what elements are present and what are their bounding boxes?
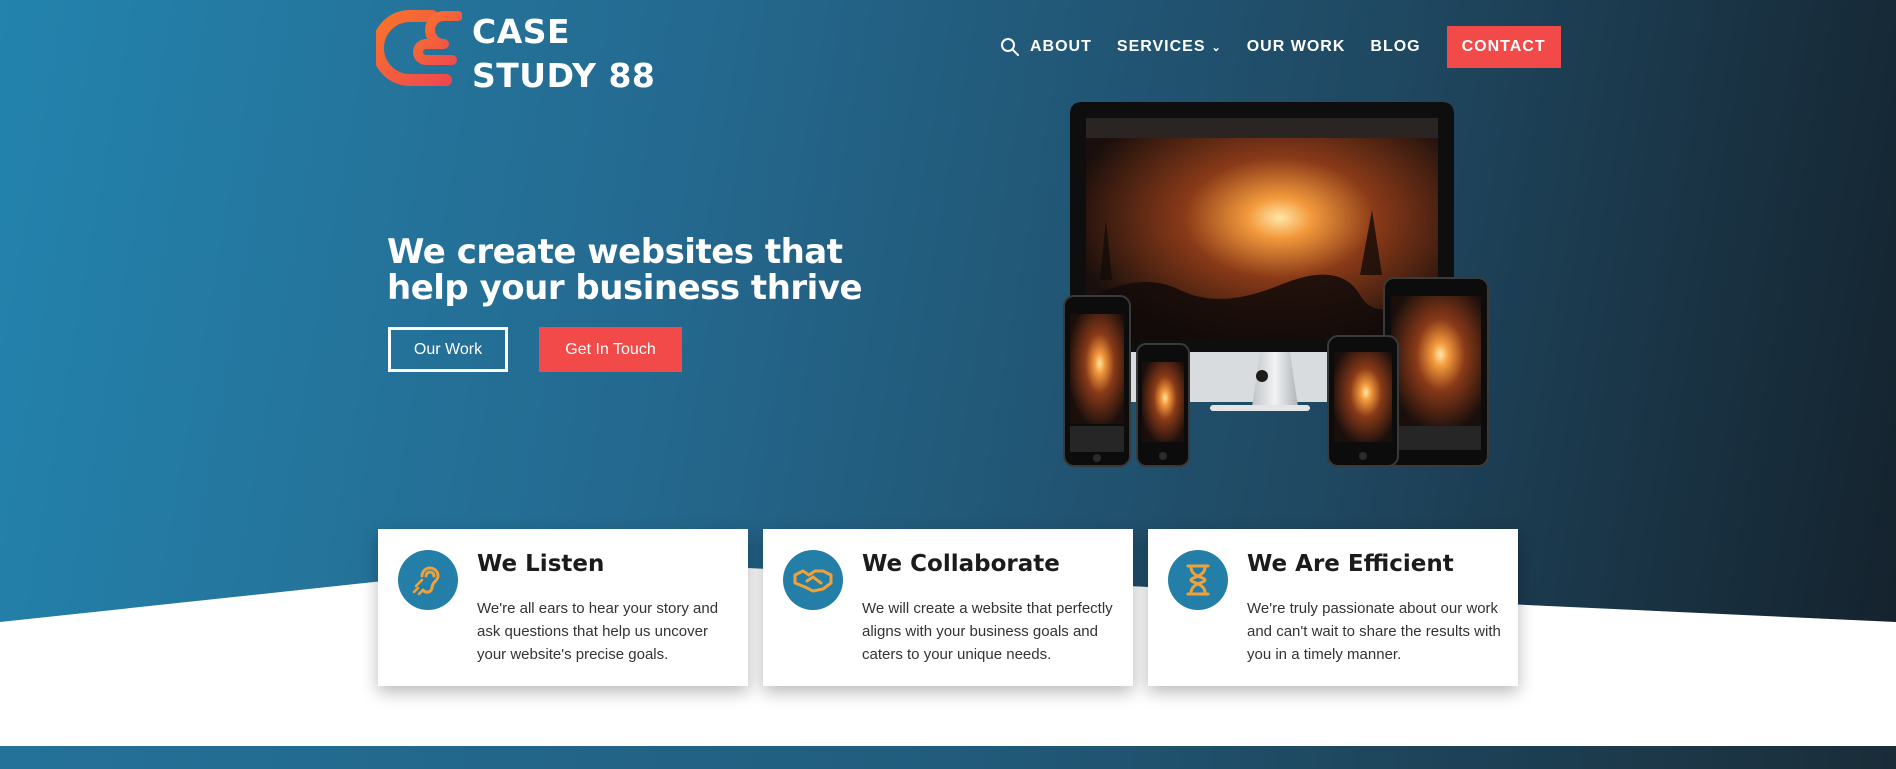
logo-line-1: CASE (472, 12, 571, 51)
feature-card-efficient: We Are Efficient We're truly passionate … (1148, 529, 1518, 686)
feature-title: We Are Efficient (1247, 551, 1454, 577)
feature-text: We will create a website that perfectly … (862, 600, 1113, 663)
search-icon[interactable] (1000, 37, 1020, 57)
feature-card-listen: We Listen We're all ears to hear your st… (378, 529, 748, 686)
feature-card-collaborate: We Collaborate We will create a website … (763, 529, 1133, 686)
feature-title: We Collaborate (862, 551, 1060, 577)
nav-item-blog[interactable]: BLOG (1370, 38, 1420, 56)
feature-text: We're all ears to hear your story and as… (477, 600, 719, 663)
logo-mark-icon (376, 10, 462, 86)
listening-ear-icon (398, 550, 458, 610)
feature-title: We Listen (477, 551, 605, 577)
feature-text: We're truly passionate about our work an… (1247, 600, 1501, 663)
nav-item-services[interactable]: SERVICES ⌄ (1117, 38, 1222, 56)
responsive-devices-image (1063, 102, 1489, 467)
our-work-button[interactable]: Our Work (388, 327, 508, 372)
nav-item-our-work[interactable]: OUR WORK (1247, 38, 1346, 56)
handshake-icon (783, 550, 843, 610)
nav-item-label: ABOUT (1030, 38, 1092, 55)
site-logo[interactable]: CASE STUDY 88 (376, 8, 655, 95)
next-section-strip (0, 746, 1896, 769)
nav-item-label: OUR WORK (1246, 38, 1346, 55)
get-in-touch-button[interactable]: Get In Touch (539, 327, 682, 372)
logo-line-2: STUDY 88 (472, 56, 656, 95)
chevron-down-icon: ⌄ (1211, 41, 1222, 54)
nav-item-label: SERVICES (1116, 38, 1206, 55)
nav-item-about[interactable]: ABOUT (1030, 38, 1092, 56)
hero-headline: We create websites that help your busine… (387, 232, 863, 308)
contact-button[interactable]: CONTACT (1446, 26, 1561, 68)
hourglass-icon (1168, 550, 1228, 610)
main-nav: ABOUT SERVICES ⌄ OUR WORK BLOG CONTACT (1000, 26, 1561, 68)
nav-item-label: BLOG (1370, 38, 1421, 55)
